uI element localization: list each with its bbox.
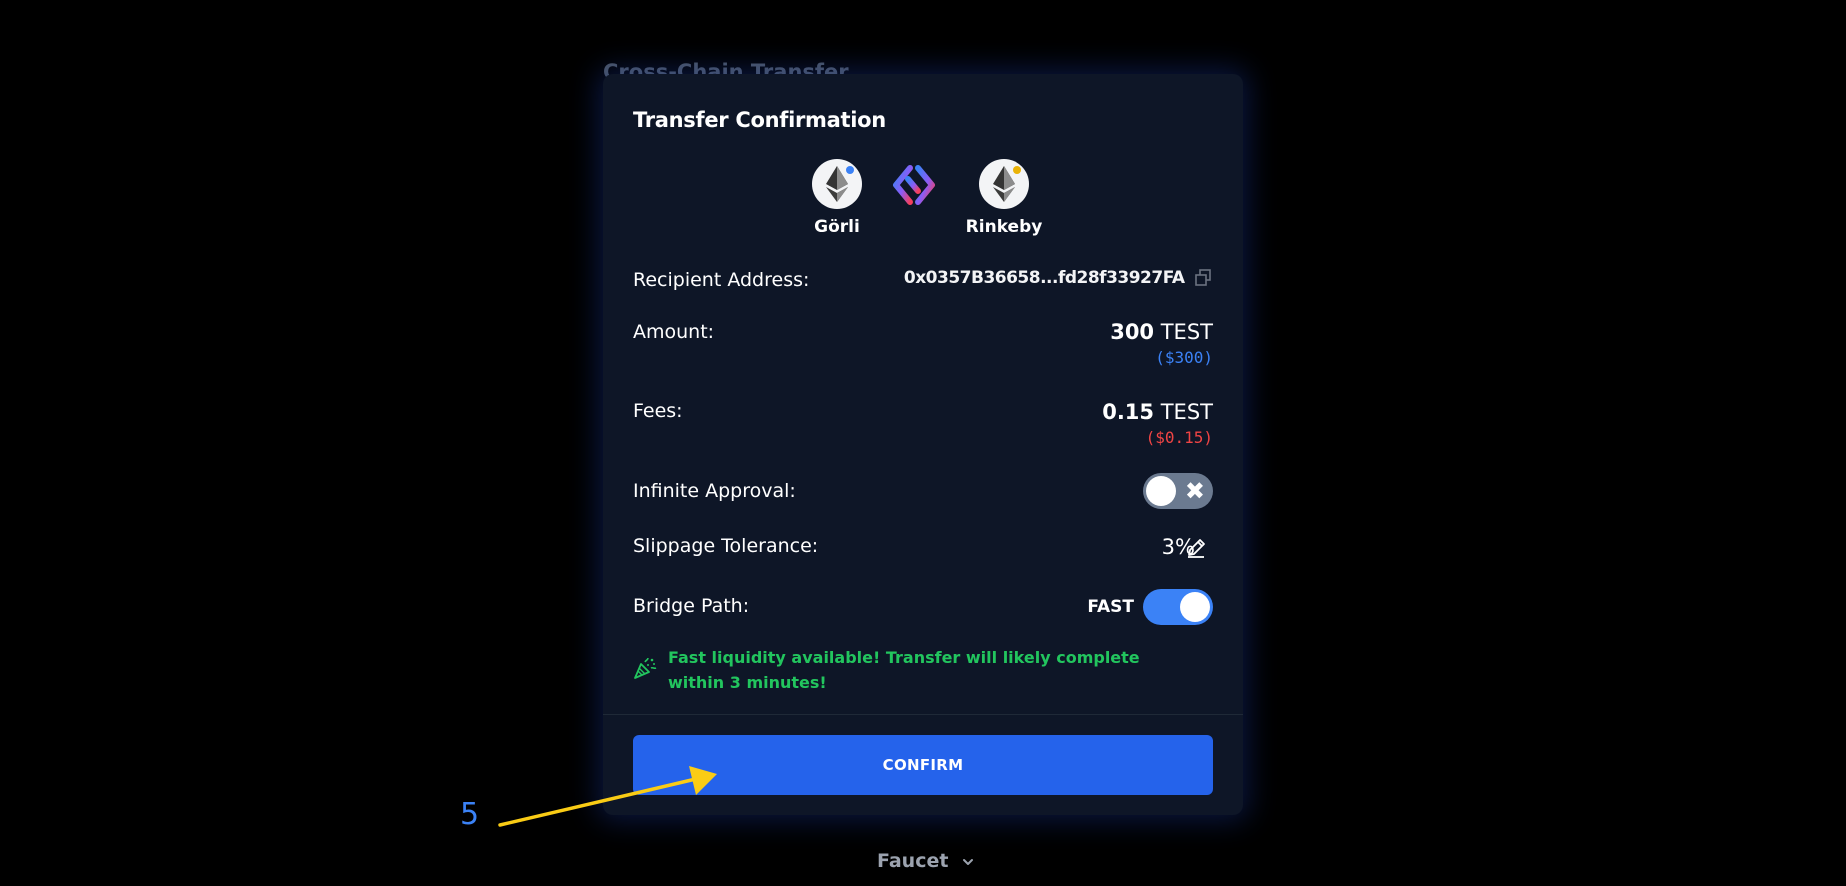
confirm-button[interactable]: CONFIRM (633, 735, 1213, 795)
fees-token: TEST (1160, 400, 1213, 424)
recipient-address: 0x0357B36658...fd28f33927FA (903, 268, 1185, 288)
amount-value-block: 300 TEST ($300) (1110, 318, 1213, 370)
slippage-label: Slippage Tolerance: (633, 535, 819, 557)
from-chain: Görli (777, 159, 897, 237)
toggle-knob (1180, 592, 1210, 622)
bridge-path-mode: FAST (1087, 597, 1134, 617)
infinite-approval-label: Infinite Approval: (633, 480, 796, 502)
amount-token: TEST (1160, 320, 1213, 344)
fees-label: Fees: (633, 400, 683, 422)
amount-label: Amount: (633, 321, 715, 343)
amount-usd: ($300) (1155, 348, 1213, 367)
ethereum-icon (979, 159, 1029, 209)
copy-icon[interactable] (1193, 268, 1213, 288)
recipient-label: Recipient Address: (633, 269, 810, 291)
party-popper-icon (634, 657, 657, 679)
pencil-icon[interactable] (1185, 537, 1207, 559)
fast-liquidity-notice: Fast liquidity available! Transfer will … (668, 648, 1140, 692)
fees-value-block: 0.15 TEST ($0.15) (1102, 398, 1213, 450)
from-chain-name: Görli (814, 217, 860, 237)
faucet-menu[interactable]: Faucet (877, 850, 975, 872)
ethereum-icon (812, 159, 862, 209)
amount-value: 300 (1110, 320, 1155, 344)
fees-usd: ($0.15) (1145, 428, 1213, 447)
annotation-step-number: 5 (460, 797, 480, 832)
divider (603, 714, 1243, 715)
bridge-icon (893, 165, 935, 205)
transfer-confirmation-modal: Transfer Confirmation Görli Rinkeby Reci… (603, 74, 1243, 815)
infinite-approval-toggle[interactable]: ✖ (1143, 473, 1213, 509)
to-chain-name: Rinkeby (965, 217, 1043, 237)
close-icon: ✖ (1184, 477, 1205, 505)
toggle-knob (1146, 476, 1176, 506)
to-chain: Rinkeby (944, 159, 1064, 237)
recipient-address-row: 0x0357B36658...fd28f33927FA (904, 268, 1213, 288)
modal-title: Transfer Confirmation (633, 108, 886, 132)
bridge-path-toggle[interactable] (1143, 589, 1213, 625)
fees-value: 0.15 (1102, 400, 1155, 424)
faucet-label: Faucet (877, 850, 949, 872)
chevron-down-icon (963, 858, 974, 865)
bridge-path-label: Bridge Path: (633, 595, 750, 617)
